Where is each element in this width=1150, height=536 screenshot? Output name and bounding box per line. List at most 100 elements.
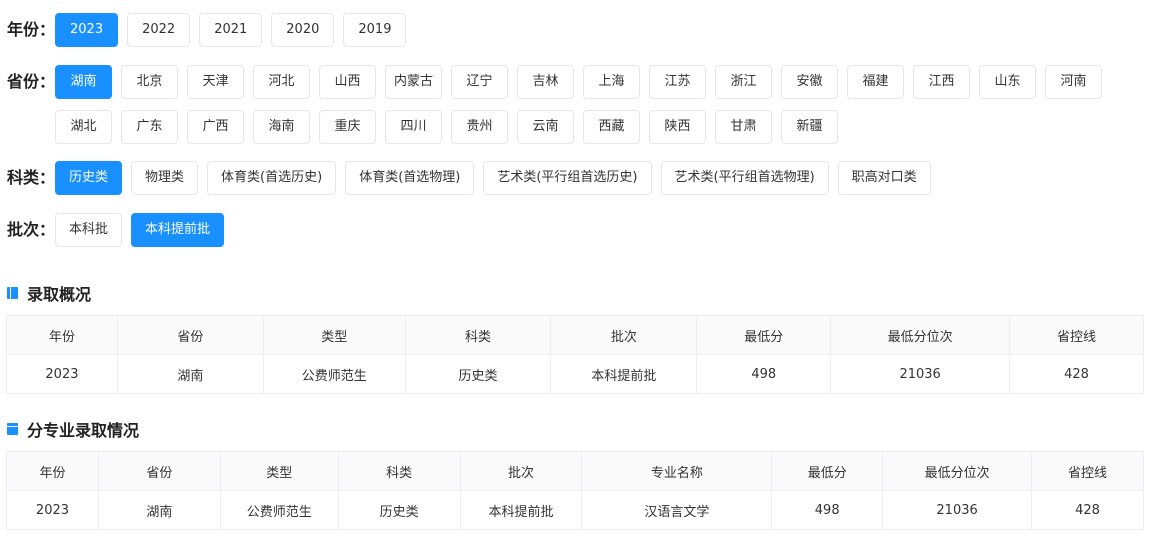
year-option[interactable]: 2019 <box>343 13 407 47</box>
province-option[interactable]: 西藏 <box>583 110 640 144</box>
batch-option[interactable]: 本科提前批 <box>131 213 225 247</box>
province-option[interactable]: 内蒙古 <box>385 65 442 99</box>
province-option[interactable]: 海南 <box>253 110 310 144</box>
subject-option[interactable]: 体育类(首选物理) <box>345 161 475 195</box>
province-option[interactable]: 天津 <box>187 65 244 99</box>
province-option[interactable]: 吉林 <box>517 65 574 99</box>
province-option[interactable]: 新疆 <box>781 110 838 144</box>
column-header: 最低分 <box>696 315 832 355</box>
column-header: 省份 <box>116 315 264 355</box>
province-options: 湖南 北京 天津 河北 山西 内蒙古 辽宁 吉林 上海 江苏 浙江 安徽 福建 江西 山东 河南湖北 广东 广西海… <box>55 65 1135 155</box>
major-table: 年份 省份 类型 科类 批次 专业名称 最低分 最低分位次 省控线 2023 湖南 公费师范生 历史类… <box>6 451 1144 530</box>
table-cell: 湖南 <box>97 490 221 530</box>
subject-option[interactable]: 艺术类(平行组首选物理) <box>660 161 829 195</box>
year-option[interactable]: 2023 <box>55 13 119 47</box>
table-cell: 498 <box>771 490 884 530</box>
year-option[interactable]: 2021 <box>199 13 263 47</box>
column-header: 科类 <box>404 315 552 355</box>
subject-options: 历史类 物理类 体育类(首选历史) 体育类(首选物理) 艺术类(平行组首选历史) 艺术类(… <box>55 161 1135 206</box>
filter-batch: 批次： 本科批 本科提前批 <box>0 213 1135 258</box>
subject-option[interactable]: 物理类 <box>131 161 199 195</box>
filter-batch-label: 批次： <box>7 220 56 239</box>
table-cell: 历史类 <box>337 490 461 530</box>
filter-year-label: 年份： <box>7 20 56 39</box>
calendar-icon <box>7 423 18 435</box>
filter-province-label: 省份： <box>7 72 56 91</box>
province-option[interactable]: 上海 <box>583 65 640 99</box>
year-option[interactable]: 2022 <box>127 13 191 47</box>
column-header: 专业名称 <box>581 451 773 491</box>
table-cell: 本科提前批 <box>550 354 698 394</box>
batch-option[interactable]: 本科批 <box>55 213 123 247</box>
major-title: 分专业录取情况 <box>27 421 140 440</box>
column-header: 最低分位次 <box>830 315 1011 355</box>
table-cell: 428 <box>1031 490 1144 530</box>
column-header: 省份 <box>97 451 221 491</box>
province-option[interactable]: 河南 <box>1045 65 1102 99</box>
admission-title: 录取概况 <box>27 285 92 304</box>
batch-options: 本科批 本科提前批 <box>55 213 1135 258</box>
table-cell: 湖南 <box>116 354 264 394</box>
province-option[interactable]: 安徽 <box>781 65 838 99</box>
book-icon <box>7 287 18 299</box>
province-option[interactable]: 湖南 <box>55 65 112 99</box>
province-option[interactable]: 福建 <box>847 65 904 99</box>
admission-table: 年份 省份 类型 科类 批次 最低分 最低分位次 省控线 2023 湖南 公费师范生 历史类 本科提前… <box>6 315 1144 394</box>
province-option[interactable]: 四川 <box>385 110 442 144</box>
column-header: 批次 <box>550 315 698 355</box>
province-option[interactable]: 江苏 <box>649 65 706 99</box>
table-cell: 公费师范生 <box>262 354 406 394</box>
column-header: 年份 <box>6 315 118 355</box>
province-option[interactable]: 山西 <box>319 65 376 99</box>
filter-subject: 科类： 历史类 物理类 体育类(首选历史) 体育类(首选物理) 艺术类(平行组首选历史)… <box>0 161 1135 206</box>
province-option[interactable]: 广东 <box>121 110 178 144</box>
table-header-row: 年份 省份 类型 科类 批次 最低分 最低分位次 省控线 <box>6 315 1144 355</box>
table-cell: 498 <box>696 354 832 394</box>
table-cell: 2023 <box>6 490 99 530</box>
column-header: 科类 <box>337 451 461 491</box>
province-option[interactable]: 河北 <box>253 65 310 99</box>
table-cell: 本科提前批 <box>459 490 583 530</box>
filter-subject-label: 科类： <box>7 168 56 187</box>
province-option[interactable]: 江西 <box>913 65 970 99</box>
column-header: 最低分位次 <box>882 451 1033 491</box>
province-option[interactable]: 广西 <box>187 110 244 144</box>
province-option[interactable]: 云南 <box>517 110 574 144</box>
column-header: 最低分 <box>771 451 884 491</box>
province-option[interactable]: 浙江 <box>715 65 772 99</box>
province-option[interactable]: 重庆 <box>319 110 376 144</box>
table-row: 2023 湖南 公费师范生 历史类 本科提前批 汉语言文学 498 21036 428 <box>6 490 1144 530</box>
province-option[interactable]: 山东 <box>979 65 1036 99</box>
column-header: 类型 <box>219 451 339 491</box>
province-option[interactable]: 甘肃 <box>715 110 772 144</box>
subject-option[interactable]: 历史类 <box>55 161 123 195</box>
column-header: 类型 <box>262 315 406 355</box>
table-row: 2023 湖南 公费师范生 历史类 本科提前批 498 21036 428 <box>6 354 1144 394</box>
subject-option[interactable]: 职高对口类 <box>837 161 931 195</box>
column-header: 批次 <box>459 451 583 491</box>
province-option[interactable]: 辽宁 <box>451 65 508 99</box>
filter-province: 省份： 湖南 北京 天津 河北 山西 内蒙古 辽宁 吉林 上海 江苏 浙江 安徽 福建 江西 山东 河南 湖北广… <box>0 65 1135 155</box>
admission-section-title: 录取概况 <box>7 281 91 305</box>
province-option[interactable]: 湖北 <box>55 110 112 144</box>
major-section-title: 分专业录取情况 <box>7 417 139 441</box>
column-header: 省控线 <box>1031 451 1144 491</box>
table-header-row: 年份 省份 类型 科类 批次 专业名称 最低分 最低分位次 省控线 <box>6 451 1144 491</box>
subject-option[interactable]: 体育类(首选历史) <box>207 161 337 195</box>
column-header: 省控线 <box>1009 315 1144 355</box>
table-cell: 公费师范生 <box>219 490 339 530</box>
subject-option[interactable]: 艺术类(平行组首选历史) <box>483 161 652 195</box>
filter-year: 年份： 2023 2022 2021 2020 2019 <box>0 13 1135 58</box>
province-option[interactable]: 陕西 <box>649 110 706 144</box>
table-cell: 21036 <box>882 490 1033 530</box>
province-option[interactable]: 北京 <box>121 65 178 99</box>
column-header: 年份 <box>6 451 99 491</box>
table-cell: 428 <box>1009 354 1144 394</box>
year-option[interactable]: 2020 <box>271 13 335 47</box>
table-cell: 历史类 <box>404 354 552 394</box>
table-cell: 21036 <box>830 354 1011 394</box>
table-cell: 汉语言文学 <box>581 490 773 530</box>
province-option[interactable]: 贵州 <box>451 110 508 144</box>
table-cell: 2023 <box>6 354 118 394</box>
year-options: 2023 2022 2021 2020 2019 <box>55 13 1135 58</box>
